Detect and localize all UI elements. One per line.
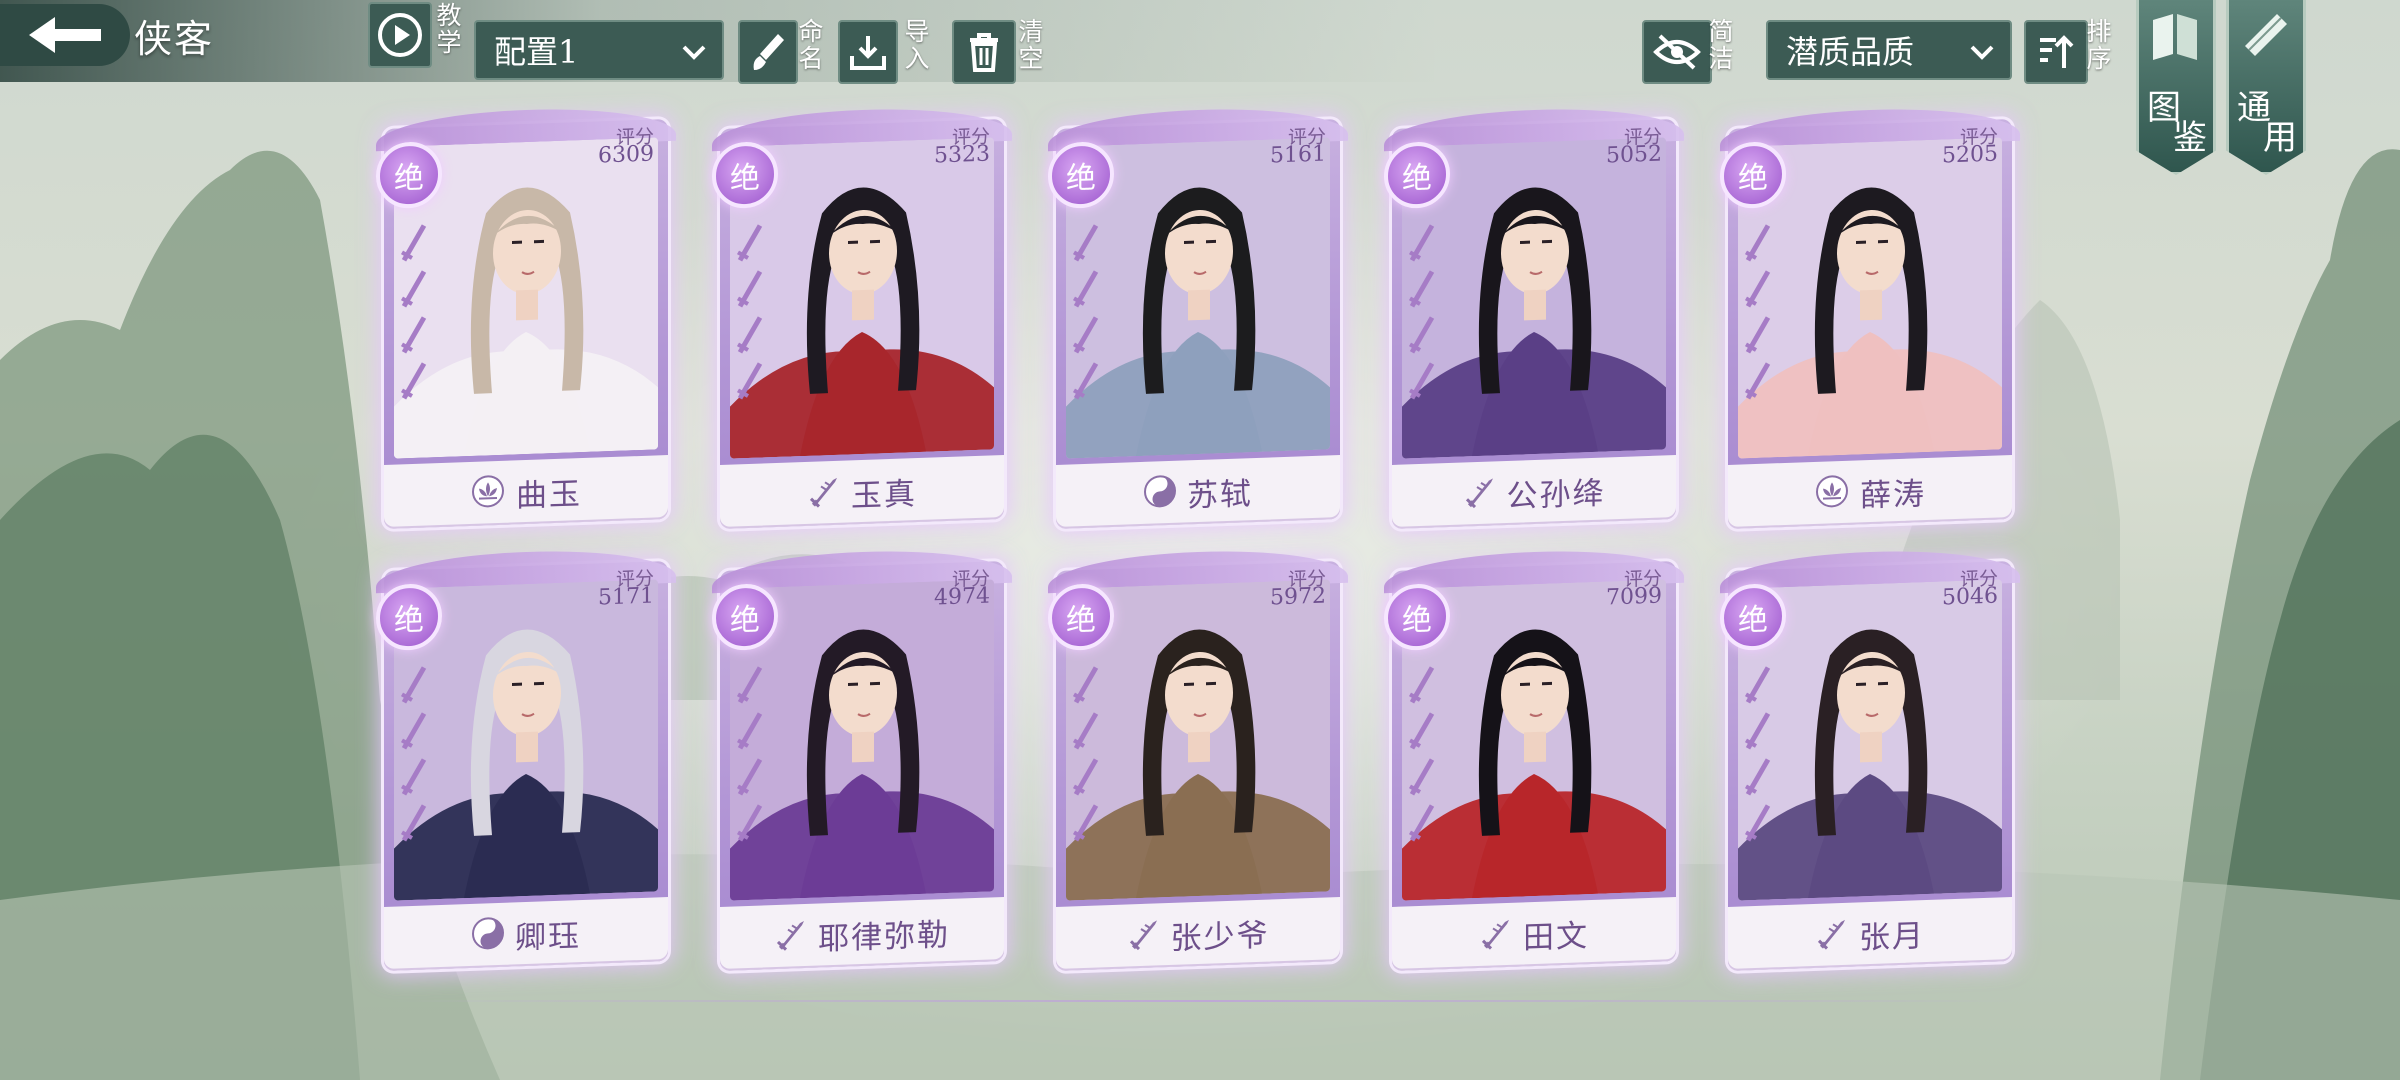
star-daggers bbox=[1738, 215, 1778, 416]
sword-icon bbox=[1815, 916, 1849, 955]
hero-score: 4974 bbox=[934, 583, 990, 611]
hero-card[interactable]: 绝评分 5972 张少爷 bbox=[1048, 546, 1348, 971]
name-plate: 田文 bbox=[1392, 897, 1676, 971]
sort-icon bbox=[2040, 35, 2074, 68]
star-daggers bbox=[1066, 215, 1106, 416]
sword-icon bbox=[1463, 474, 1497, 513]
config-select-value: 配置1 bbox=[494, 33, 579, 71]
taiji-icon bbox=[1143, 474, 1177, 513]
star-daggers bbox=[1402, 657, 1442, 858]
star-daggers bbox=[1402, 215, 1442, 416]
simple-mode-button[interactable] bbox=[1642, 20, 1712, 84]
trash-icon bbox=[970, 33, 998, 72]
rename-button[interactable] bbox=[738, 20, 798, 84]
quality-select-value: 潜质品质 bbox=[1786, 33, 1915, 71]
hero-name: 卿珏 bbox=[515, 917, 581, 956]
hero-score: 7099 bbox=[1606, 583, 1662, 611]
name-plate: 耶律弥勒 bbox=[720, 897, 1004, 971]
brush-icon bbox=[753, 34, 784, 70]
name-plate: 张月 bbox=[1728, 897, 2012, 971]
game-scene: 侠客 教学 配置1 命名 导入 清空 简洁 潜质品质 排序 图 鉴 通 用 绝 … bbox=[0, 0, 2400, 1080]
name-plate: 卿珏 bbox=[384, 897, 668, 971]
star-daggers bbox=[1738, 657, 1778, 858]
hero-name: 张月 bbox=[1859, 917, 1925, 956]
config-select[interactable]: 配置1 bbox=[474, 20, 724, 80]
hero-name: 玉真 bbox=[851, 475, 917, 514]
hero-score: 5972 bbox=[1270, 583, 1326, 611]
hero-score: 6309 bbox=[598, 141, 654, 169]
codex-banner[interactable]: 图 鉴 bbox=[2136, 0, 2216, 175]
common-label-2: 用 bbox=[2263, 118, 2297, 158]
chevron-down-icon bbox=[1970, 45, 1994, 60]
hero-score: 5323 bbox=[934, 141, 990, 169]
sort-label: 排序 bbox=[2083, 18, 2112, 72]
hero-score: 5171 bbox=[598, 583, 654, 611]
sword-icon bbox=[807, 474, 841, 513]
import-label: 导入 bbox=[901, 18, 930, 72]
star-daggers bbox=[730, 215, 770, 416]
name-plate: 曲玉 bbox=[384, 455, 668, 529]
hero-score: 5046 bbox=[1942, 583, 1998, 611]
star-daggers bbox=[1066, 657, 1106, 858]
divider bbox=[390, 1000, 2020, 1002]
hero-name: 耶律弥勒 bbox=[818, 916, 950, 958]
sword-icon bbox=[1479, 916, 1513, 955]
hero-score: 5052 bbox=[1606, 141, 1662, 169]
taiji-icon bbox=[471, 916, 505, 955]
codex-label-2: 鉴 bbox=[2173, 118, 2207, 158]
import-button[interactable] bbox=[838, 20, 898, 84]
rename-label: 命名 bbox=[795, 18, 824, 72]
lotus-icon bbox=[1814, 474, 1850, 513]
hero-card[interactable]: 绝评分 7099 田文 bbox=[1384, 546, 1684, 971]
hero-card[interactable]: 绝评分 5205 薛涛 bbox=[1720, 104, 2020, 529]
tutorial-label: 教学 bbox=[433, 2, 462, 56]
hero-name: 苏轼 bbox=[1187, 475, 1253, 514]
scroll-icon bbox=[2245, 14, 2287, 56]
back-button[interactable] bbox=[0, 4, 130, 66]
hero-card[interactable]: 绝评分 5161 苏轼 bbox=[1048, 104, 1348, 529]
hero-card[interactable]: 绝评分 5052 公孙绛 bbox=[1384, 104, 1684, 529]
play-icon bbox=[378, 13, 422, 57]
hero-name: 公孙绛 bbox=[1506, 475, 1606, 515]
clear-label: 清空 bbox=[1015, 18, 1044, 72]
hero-card[interactable]: 绝评分 4974 耶律弥勒 bbox=[712, 546, 1012, 971]
back-arrow-icon bbox=[29, 17, 101, 53]
simple-mode-label: 简洁 bbox=[1705, 18, 1734, 72]
hero-score: 5161 bbox=[1270, 141, 1326, 169]
lotus-icon bbox=[470, 474, 506, 513]
hero-name: 张少爷 bbox=[1170, 917, 1270, 957]
hero-name: 田文 bbox=[1523, 917, 1589, 956]
star-daggers bbox=[730, 657, 770, 858]
sword-icon bbox=[774, 917, 808, 956]
hero-card[interactable]: 绝评分 5323 玉真 bbox=[712, 104, 1012, 529]
star-daggers bbox=[394, 215, 434, 416]
book-icon bbox=[2153, 14, 2197, 60]
page-title: 侠客 bbox=[134, 17, 215, 61]
name-plate: 公孙绛 bbox=[1392, 455, 1676, 529]
name-plate: 薛涛 bbox=[1728, 455, 2012, 529]
hero-name: 曲玉 bbox=[516, 475, 582, 514]
hero-score: 5205 bbox=[1942, 141, 1998, 169]
clear-button[interactable] bbox=[952, 20, 1016, 84]
chevron-down-icon bbox=[682, 45, 706, 60]
hero-name: 薛涛 bbox=[1860, 475, 1926, 514]
sword-icon bbox=[1127, 916, 1161, 955]
download-icon bbox=[850, 36, 886, 70]
sort-button[interactable] bbox=[2024, 20, 2088, 84]
star-daggers bbox=[394, 657, 434, 858]
hero-card[interactable]: 绝评分 5046 张月 bbox=[1720, 546, 2020, 971]
hero-card[interactable]: 绝评分 6309 曲玉 bbox=[376, 104, 676, 529]
eye-slash-icon bbox=[1653, 34, 1701, 70]
common-banner[interactable]: 通 用 bbox=[2226, 0, 2306, 175]
hero-card[interactable]: 绝评分 5171 卿珏 bbox=[376, 546, 676, 971]
tutorial-button[interactable] bbox=[368, 2, 432, 68]
name-plate: 玉真 bbox=[720, 455, 1004, 529]
quality-select[interactable]: 潜质品质 bbox=[1766, 20, 2012, 80]
name-plate: 张少爷 bbox=[1056, 897, 1340, 971]
name-plate: 苏轼 bbox=[1056, 455, 1340, 529]
